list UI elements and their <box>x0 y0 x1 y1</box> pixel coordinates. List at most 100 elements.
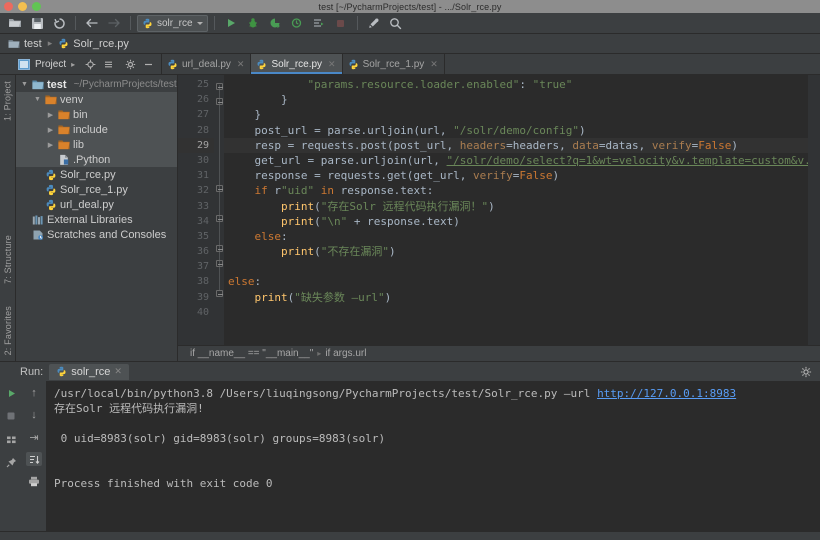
rail-item-structure[interactable]: 7: Structure <box>3 232 13 287</box>
code-line[interactable]: if r"uid" in response.text: <box>224 183 820 198</box>
sort-button[interactable] <box>26 452 42 466</box>
code-line[interactable]: "params.resource.loader.enabled": "true" <box>224 77 820 92</box>
rerun-button[interactable] <box>3 386 19 400</box>
line-number[interactable]: 31 <box>178 168 214 183</box>
run-configuration-selector[interactable]: solr_rce <box>137 14 208 32</box>
hide-panel-icon[interactable] <box>142 58 155 71</box>
line-number[interactable]: 37 <box>178 259 214 274</box>
fold-marker[interactable] <box>216 215 223 222</box>
breadcrumb-item-file[interactable]: Solr_rce.py <box>58 38 129 50</box>
minimize-window-button[interactable] <box>18 2 27 11</box>
console-output[interactable]: /usr/local/bin/python3.8 /Users/liuqings… <box>46 381 820 531</box>
code-line[interactable]: resp = requests.post(post_url, headers=h… <box>224 137 820 153</box>
editor-tab-solr_rce[interactable]: Solr_rce.py ✕ <box>251 54 343 74</box>
line-number[interactable]: 40 <box>178 305 214 320</box>
tree-node-solr-rce-1-py[interactable]: Solr_rce_1.py <box>16 182 177 197</box>
project-chevron-icon[interactable]: ▸ <box>71 60 75 69</box>
code-folding-column[interactable] <box>214 75 224 345</box>
line-number[interactable]: 25 <box>178 77 214 92</box>
fold-marker[interactable] <box>216 260 223 267</box>
code-line[interactable]: else: <box>224 229 820 244</box>
search-everywhere-icon[interactable] <box>386 14 406 32</box>
collapse-all-icon[interactable] <box>102 58 115 71</box>
tree-node-url-deal-py[interactable]: url_deal.py <box>16 197 177 212</box>
line-number[interactable]: 38 <box>178 274 214 289</box>
tree-node-bin[interactable]: ▶ bin <box>16 107 177 122</box>
code-text-area[interactable]: "params.resource.loader.enabled": "true"… <box>224 75 820 345</box>
code-line[interactable] <box>224 259 820 274</box>
line-number[interactable]: 26 <box>178 92 214 107</box>
code-line[interactable] <box>224 305 820 320</box>
chevron-down-icon[interactable]: ▼ <box>33 96 42 103</box>
tree-node-lib[interactable]: ▶ lib <box>16 137 177 152</box>
fold-marker[interactable] <box>216 185 223 192</box>
line-number[interactable]: 30 <box>178 153 214 168</box>
save-all-icon[interactable] <box>27 14 47 32</box>
attach-process-button[interactable] <box>309 14 329 32</box>
line-number[interactable]: 32 <box>178 183 214 198</box>
fold-marker[interactable] <box>216 83 223 90</box>
console-url-link[interactable]: http://127.0.0.1:8983 <box>597 387 736 400</box>
line-number[interactable]: 36 <box>178 244 214 259</box>
line-number[interactable]: 27 <box>178 107 214 122</box>
tree-node-venv[interactable]: ▼ venv <box>16 92 177 107</box>
chevron-right-icon[interactable]: ▶ <box>46 111 55 119</box>
maximize-window-button[interactable] <box>32 2 41 11</box>
tree-node-external-libraries[interactable]: External Libraries <box>16 212 177 227</box>
print-button[interactable] <box>26 474 42 488</box>
chevron-down-icon[interactable]: ▼ <box>20 81 29 88</box>
line-number[interactable]: 34 <box>178 214 214 229</box>
line-number[interactable]: 29 <box>178 137 214 153</box>
editor-tab-solr_rce_1[interactable]: Solr_rce_1.py ✕ <box>343 54 445 74</box>
tree-node-include[interactable]: ▶ include <box>16 122 177 137</box>
code-editor[interactable]: 25 26 27 28 29 30 31 32 33 34 35 36 37 38 39 40 "params… <box>178 75 820 361</box>
close-icon[interactable]: ✕ <box>430 59 438 70</box>
toggle-tasks-button[interactable] <box>3 432 19 446</box>
breadcrumb-item-project[interactable]: test <box>8 38 42 50</box>
chevron-right-icon[interactable]: ▶ <box>46 126 55 134</box>
run-button[interactable] <box>221 14 241 32</box>
open-project-icon[interactable] <box>5 14 25 32</box>
code-line[interactable]: } <box>224 92 820 107</box>
run-panel-settings-icon[interactable] <box>800 366 812 381</box>
tree-node-solr-rce-py[interactable]: Solr_rce.py <box>16 167 177 182</box>
sync-icon[interactable] <box>49 14 69 32</box>
project-tool-header[interactable]: Project ▸ <box>0 54 162 74</box>
profile-button[interactable] <box>287 14 307 32</box>
editor-scroll-area[interactable]: 25 26 27 28 29 30 31 32 33 34 35 36 37 38 39 40 "params… <box>178 75 820 345</box>
code-line[interactable]: } <box>224 107 820 122</box>
coverage-button[interactable] <box>265 14 285 32</box>
run-tab-solr_rce[interactable]: solr_rce ✕ <box>49 363 129 380</box>
settings-gear-icon[interactable] <box>364 14 384 32</box>
tree-node-scratches-and-consoles[interactable]: Scratches and Consoles <box>16 227 177 242</box>
locate-file-icon[interactable] <box>84 58 97 71</box>
scroll-up-button[interactable]: ↑ <box>26 386 42 400</box>
line-number[interactable]: 35 <box>178 229 214 244</box>
code-line[interactable]: print("存在Solr 远程代码执行漏洞！") <box>224 199 820 214</box>
close-window-button[interactable] <box>4 2 13 11</box>
line-number[interactable]: 28 <box>178 123 214 138</box>
back-arrow-icon[interactable] <box>82 14 102 32</box>
editor-breadcrumb-0[interactable]: if __name__ == "__main__" <box>190 348 313 359</box>
project-settings-gear-icon[interactable] <box>124 58 137 71</box>
pin-tab-button[interactable] <box>3 455 19 469</box>
fold-marker[interactable] <box>216 245 223 252</box>
close-icon[interactable]: ✕ <box>114 366 122 377</box>
code-line[interactable]: print("缺失参数 —url") <box>224 290 820 305</box>
debug-button[interactable] <box>243 14 263 32</box>
code-line[interactable]: get_url = parse.urljoin(url, "/solr/demo… <box>224 153 820 168</box>
chevron-down-icon[interactable] <box>196 21 203 25</box>
soft-wrap-button[interactable]: ⇥ <box>26 430 42 444</box>
line-number[interactable]: 39 <box>178 290 214 305</box>
scroll-down-button[interactable]: ↓ <box>26 408 42 422</box>
code-line[interactable]: post_url = parse.urljoin(url, "/solr/dem… <box>224 123 820 138</box>
code-line[interactable]: response = requests.get(get_url, verify=… <box>224 168 820 183</box>
rail-item-favorites[interactable]: 2: Favorites <box>3 303 13 358</box>
fold-marker[interactable] <box>216 98 223 105</box>
close-icon[interactable]: ✕ <box>328 59 336 70</box>
tree-node-test[interactable]: ▼ test ~/PycharmProjects/test <box>16 77 177 92</box>
line-number[interactable]: 33 <box>178 199 214 214</box>
code-line[interactable]: else: <box>224 274 820 289</box>
fold-marker[interactable] <box>216 290 223 297</box>
editor-tab-url_deal[interactable]: url_deal.py ✕ <box>162 54 252 74</box>
